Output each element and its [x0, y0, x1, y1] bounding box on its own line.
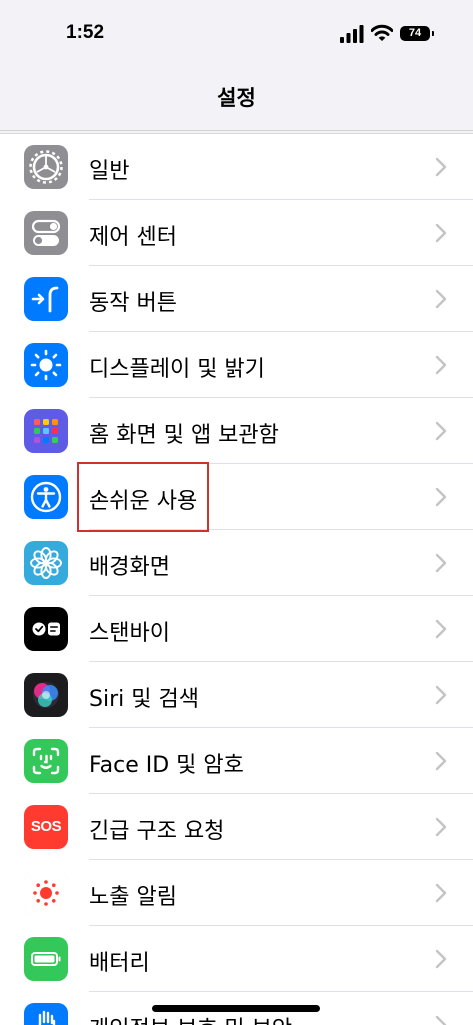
sos-icon-text: SOS	[30, 818, 62, 835]
chevron-right-icon	[435, 883, 447, 903]
app-grid-icon	[24, 409, 68, 453]
exposure-icon	[24, 871, 68, 915]
settings-list: 일반 제어 센터 동작 버튼 디스플레이 및 밝기 홈 화면 및 앱 보관함 손…	[0, 133, 473, 1025]
sun-icon	[24, 343, 68, 387]
settings-row-label: 노출 알림	[89, 885, 177, 910]
cellular-signal-icon	[340, 25, 364, 43]
siri-icon	[24, 673, 68, 717]
toggles-icon	[24, 211, 68, 255]
settings-row-battery[interactable]: 배터리	[0, 926, 473, 992]
chevron-right-icon	[435, 289, 447, 309]
standby-icon	[24, 607, 68, 651]
settings-row-label: 개인정보 보호 및 보안	[89, 1011, 292, 1025]
chevron-right-icon	[435, 421, 447, 441]
chevron-right-icon	[435, 817, 447, 837]
settings-row-exposure[interactable]: 노출 알림	[0, 860, 473, 926]
battery-cap	[432, 31, 434, 36]
chevron-right-icon	[435, 949, 447, 969]
battery-indicator: 74	[400, 26, 430, 41]
nav-divider	[0, 130, 473, 131]
settings-row-label: 제어 센터	[89, 225, 177, 250]
wifi-icon	[371, 24, 393, 41]
accessibility-icon	[24, 475, 68, 519]
settings-row-label: 동작 버튼	[89, 291, 177, 316]
chevron-right-icon	[435, 619, 447, 639]
settings-row-label: 일반	[89, 159, 130, 184]
chevron-right-icon	[435, 553, 447, 573]
home-indicator	[152, 1005, 320, 1012]
settings-row-control-center[interactable]: 제어 센터	[0, 200, 473, 266]
hand-icon	[24, 1003, 68, 1025]
settings-row-standby[interactable]: 스탠바이	[0, 596, 473, 662]
chevron-right-icon	[435, 157, 447, 177]
settings-row-emergency-sos[interactable]: SOS 긴급 구조 요청	[0, 794, 473, 860]
settings-row-label: 홈 화면 및 앱 보관함	[89, 423, 279, 448]
status-time: 1:52	[66, 22, 105, 43]
chevron-right-icon	[435, 487, 447, 507]
settings-row-label: Siri 및 검색	[89, 687, 199, 712]
page-title: 설정	[217, 86, 256, 110]
settings-row-label: 배경화면	[89, 555, 170, 580]
chevron-right-icon	[435, 223, 447, 243]
settings-row-accessibility[interactable]: 손쉬운 사용	[0, 464, 473, 530]
battery-icon	[24, 937, 68, 981]
highlight-box	[77, 462, 209, 532]
settings-row-label: 배터리	[89, 951, 150, 976]
flower-icon	[24, 541, 68, 585]
settings-row-label: Face ID 및 암호	[89, 753, 244, 778]
settings-row-action-button[interactable]: 동작 버튼	[0, 266, 473, 332]
settings-row-label: 스탠바이	[89, 621, 170, 646]
settings-row-wallpaper[interactable]: 배경화면	[0, 530, 473, 596]
settings-row-siri-search[interactable]: Siri 및 검색	[0, 662, 473, 728]
settings-row-general[interactable]: 일반	[0, 134, 473, 200]
face-id-icon	[24, 739, 68, 783]
settings-row-label: 디스플레이 및 밝기	[89, 357, 265, 382]
chevron-right-icon	[435, 751, 447, 771]
settings-row-label: 긴급 구조 요청	[89, 819, 225, 844]
settings-row-display-brightness[interactable]: 디스플레이 및 밝기	[0, 332, 473, 398]
settings-row-face-id[interactable]: Face ID 및 암호	[0, 728, 473, 794]
settings-row-home-screen[interactable]: 홈 화면 및 앱 보관함	[0, 398, 473, 464]
status-bar: 1:52 74	[0, 0, 473, 72]
action-button-icon	[24, 277, 68, 321]
chevron-right-icon	[435, 355, 447, 375]
sos-icon: SOS	[24, 805, 68, 849]
chevron-right-icon	[435, 685, 447, 705]
gear-icon	[24, 145, 68, 189]
